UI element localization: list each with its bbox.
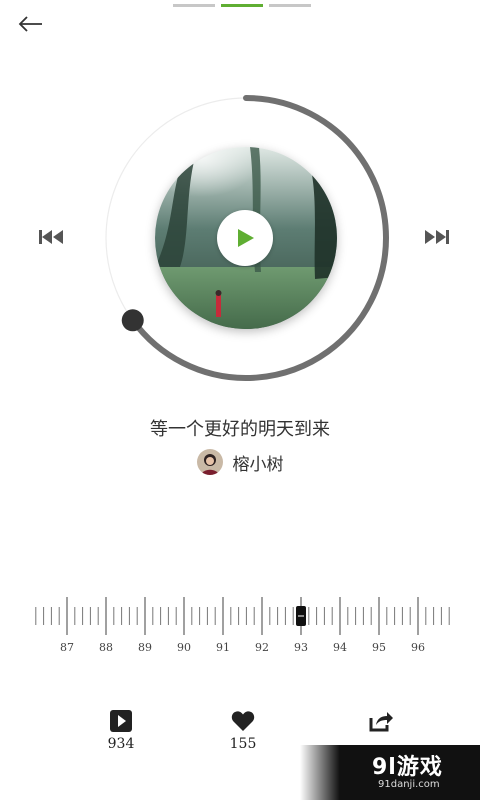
watermark-logo-text: 9l游戏 — [372, 755, 443, 780]
ruler-label: 92 — [255, 641, 269, 654]
play-button[interactable] — [217, 210, 273, 266]
author-name: 榕小树 — [232, 454, 284, 475]
song-title: 等一个更好的明天到来 — [150, 419, 330, 440]
next-track-button[interactable] — [424, 228, 450, 246]
frequency-ruler[interactable]: 87 88 89 90 91 92 93 94 95 96 — [30, 595, 454, 655]
page-indicator-dot — [269, 4, 311, 7]
ruler-label: 96 — [411, 641, 425, 654]
ruler-label: 89 — [138, 641, 152, 654]
skip-next-icon — [425, 230, 449, 244]
page-indicator — [173, 4, 311, 7]
watermark-badge: 9l游戏 91danji.com — [300, 745, 480, 800]
play-count: 934 — [107, 736, 135, 752]
play-icon — [238, 229, 254, 247]
arrow-left-icon — [18, 16, 42, 32]
ruler-label: 93 — [294, 641, 308, 654]
page-indicator-dot-active — [221, 4, 263, 7]
like-button[interactable]: 155 — [213, 710, 273, 752]
share-button[interactable] — [351, 710, 411, 732]
ruler-label: 90 — [177, 641, 191, 654]
heart-icon — [231, 711, 255, 731]
ruler-label: 91 — [216, 641, 230, 654]
ruler-label: 94 — [333, 641, 347, 654]
page-indicator-dot — [173, 4, 215, 7]
back-button[interactable] — [16, 12, 46, 36]
progress-knob[interactable] — [121, 309, 144, 332]
author-avatar[interactable] — [196, 449, 223, 475]
like-count: 155 — [229, 736, 257, 752]
ruler-label: 88 — [99, 641, 113, 654]
share-icon — [369, 712, 393, 732]
previous-track-button[interactable] — [38, 228, 64, 246]
watermark-url: 91danji.com — [378, 779, 440, 790]
author-row[interactable]: 榕小树 — [0, 449, 480, 475]
skip-previous-icon — [39, 230, 63, 244]
play-count-button[interactable]: 934 — [91, 710, 151, 752]
play-square-icon — [110, 710, 132, 732]
ruler-label: 95 — [372, 641, 386, 654]
ruler-label: 87 — [60, 641, 74, 654]
